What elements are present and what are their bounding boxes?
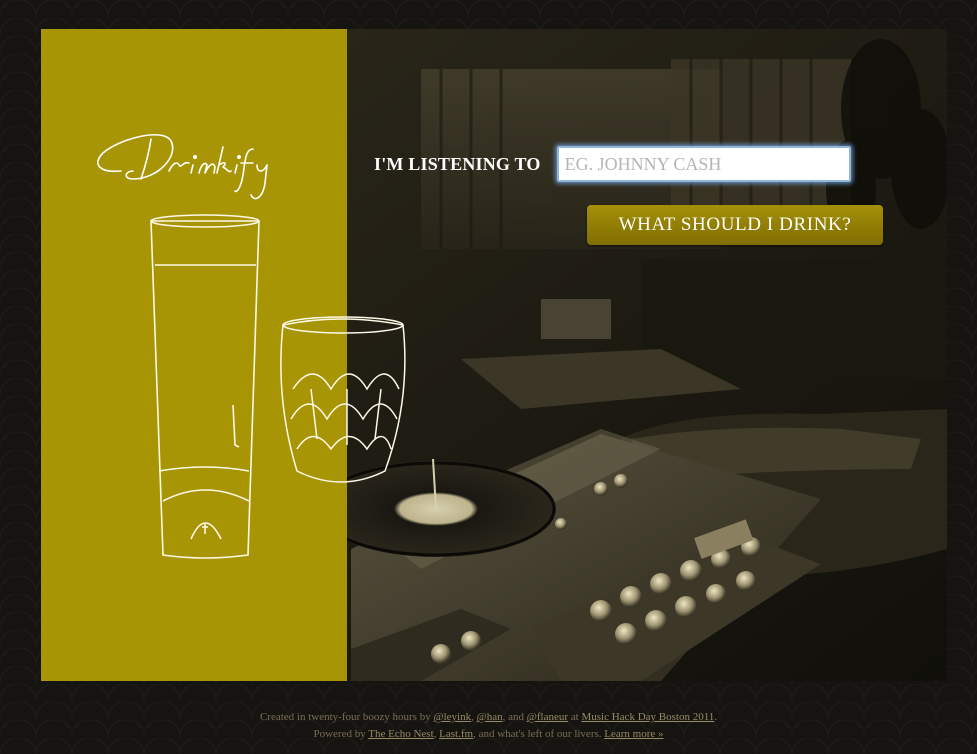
- listening-label: I'M LISTENING TO: [374, 153, 541, 174]
- author-link-han[interactable]: @han: [477, 711, 503, 723]
- rocks-glass-icon: [280, 316, 406, 483]
- footer: Created in twenty-four boozy hours by @l…: [0, 709, 977, 743]
- what-should-i-drink-button[interactable]: WHAT SHOULD I DRINK?: [587, 205, 883, 245]
- footer-separator: , and: [502, 711, 527, 723]
- author-link-flaneur[interactable]: @flaneur: [527, 711, 568, 723]
- highball-glass-icon: [150, 214, 260, 559]
- lastfm-link[interactable]: Last.fm: [439, 728, 473, 740]
- artist-search-input[interactable]: [556, 146, 851, 182]
- event-link[interactable]: Music Hack Day Boston 2011: [581, 711, 714, 723]
- learn-more-link[interactable]: Learn more »: [604, 728, 663, 740]
- echo-nest-link[interactable]: The Echo Nest: [368, 728, 433, 740]
- footer-credits-text: Created in twenty-four boozy hours by: [259, 711, 434, 723]
- footer-powered-line: Powered by The Echo Nest, Last.fm, and w…: [0, 726, 977, 743]
- footer-powered-text: Powered by: [313, 728, 369, 740]
- artist-form: I'M LISTENING TO: [374, 146, 851, 182]
- footer-separator: .: [714, 711, 718, 723]
- author-link-leyink[interactable]: @leyink: [433, 711, 471, 723]
- hero-stage: I'M LISTENING TO WHAT SHOULD I DRINK?: [41, 29, 947, 681]
- drinkify-logo[interactable]: [81, 113, 321, 213]
- glasses-illustration: [150, 214, 406, 559]
- drinkify-logo-icon: [97, 133, 268, 200]
- footer-separator: at: [568, 711, 582, 723]
- footer-credits-line: Created in twenty-four boozy hours by @l…: [0, 709, 977, 726]
- footer-livers-text: , and what's left of our livers.: [473, 728, 605, 740]
